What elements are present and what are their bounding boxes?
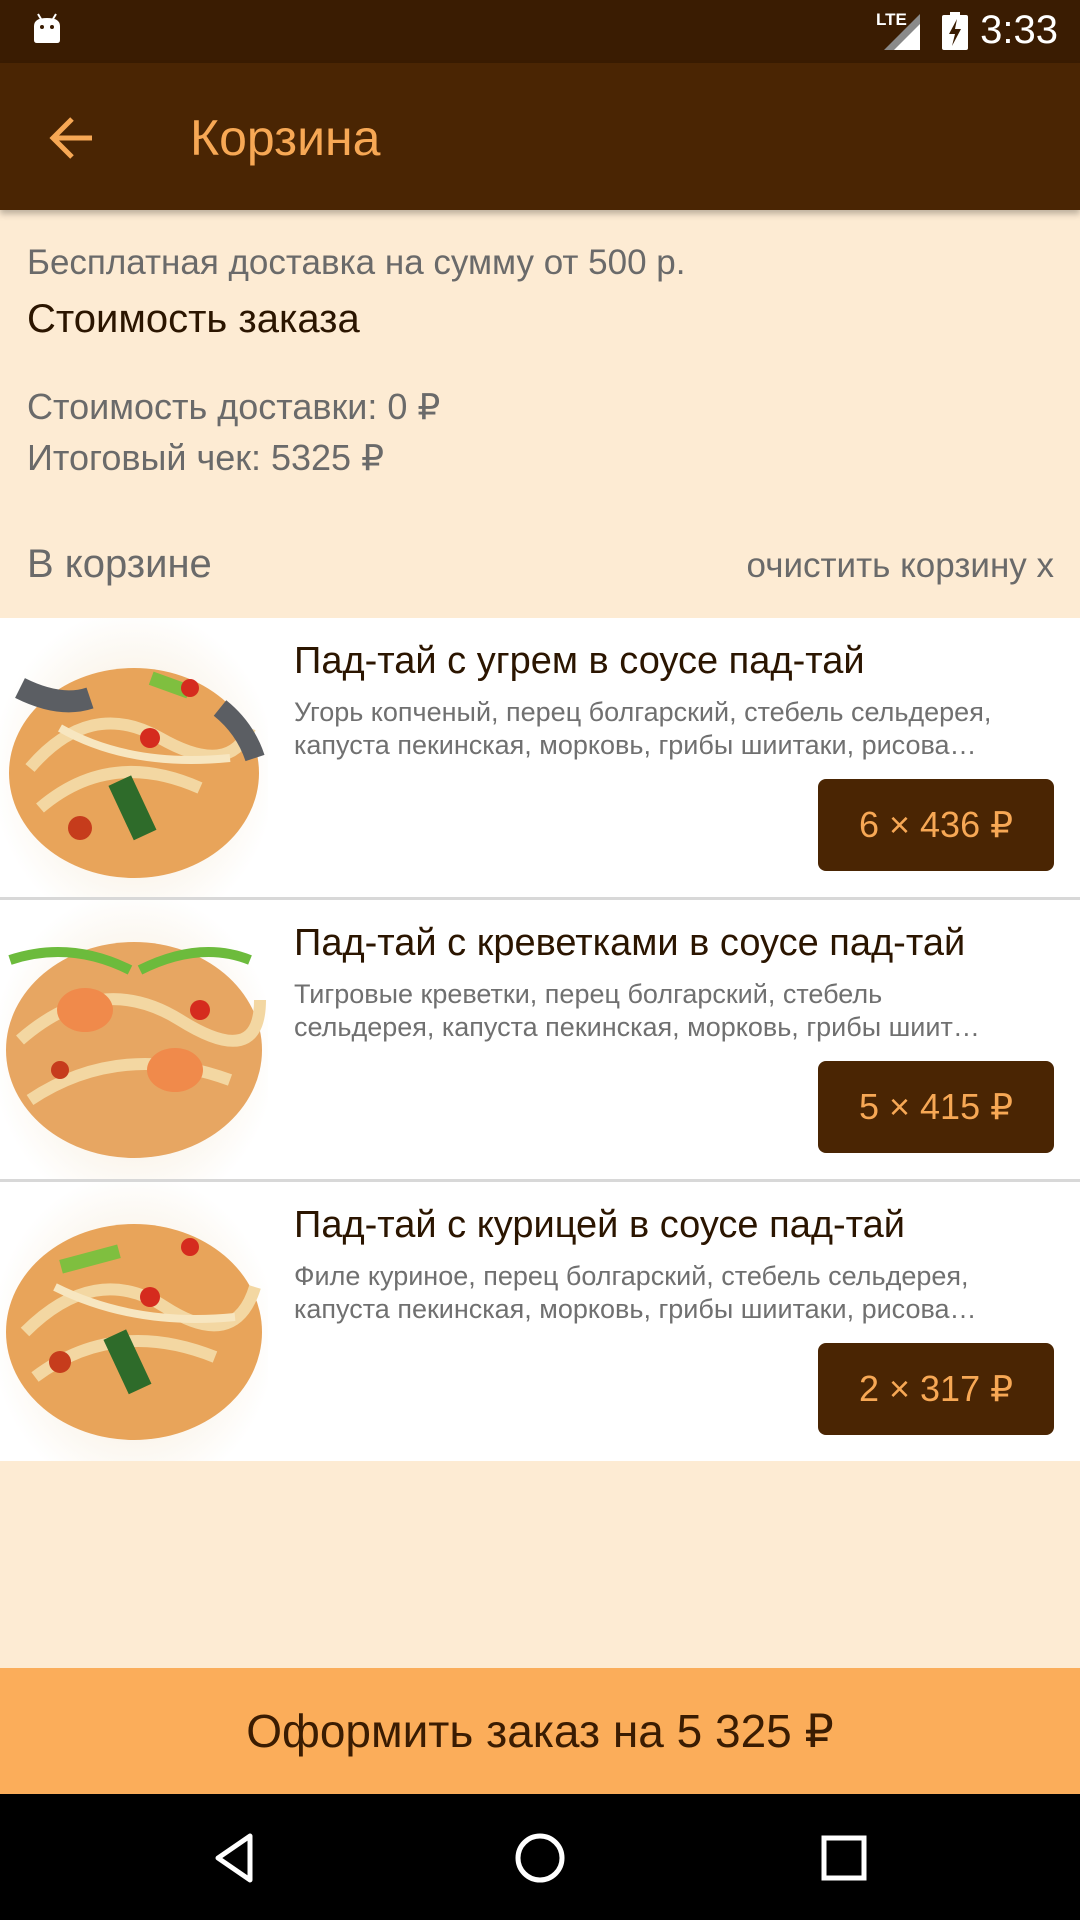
back-arrow-icon[interactable] [40,105,106,171]
dish-name: Пад-тай с угрем в соусе пад-тай [294,640,865,682]
checkout-button[interactable]: Оформить заказ на 5 325 ₽ [0,1668,1080,1794]
dish-photo [0,1182,268,1461]
dish-photo [0,900,268,1179]
signal-icon [884,14,920,50]
delivery-cost: Стоимость доставки: 0 ₽ [27,386,441,427]
dish-description: Филе куриное, перец болгарский, стебель … [294,1260,1054,1326]
status-bar: LTE 3:33 [0,0,1080,63]
clock: 3:33 [980,8,1058,52]
android-icon [34,13,60,43]
nav-back-icon[interactable] [204,1826,268,1890]
dish-description-line: Филе куриное, перец болгарский, стебель … [294,1261,969,1291]
battery-charging-icon [942,12,968,50]
page-title: Корзина [190,110,381,166]
dish-name: Пад-тай с креветками в соусе пад-тай [294,922,966,964]
dish-description: Угорь копченый, перец болгарский, стебел… [294,696,1054,762]
quantity-price-button[interactable]: 5 × 415 ₽ [818,1061,1054,1153]
dish-description-line: капуста пекинская, морковь, грибы шиитак… [294,730,977,760]
free-delivery-note: Бесплатная доставка на сумму от 500 р. [27,243,686,282]
dish-photo [0,618,268,897]
dish-description: Тигровые креветки, перец болгарский, сте… [294,978,1054,1044]
app-bar: Корзина [0,63,1080,210]
system-nav-bar [0,1794,1080,1920]
cart-item[interactable]: Пад-тай с курицей в соусе пад-тай Филе к… [0,1182,1080,1461]
cart-item[interactable]: Пад-тай с угрем в соусе пад-тай Угорь ко… [0,618,1080,900]
dish-description-line: Тигровые креветки, перец болгарский, сте… [294,979,883,1009]
dish-description-line: сельдерея, капуста пекинская, морковь, г… [294,1012,980,1042]
quantity-price-button[interactable]: 6 × 436 ₽ [818,779,1054,871]
total-check: Итоговый чек: 5325 ₽ [27,437,384,478]
dish-name: Пад-тай с курицей в соусе пад-тай [294,1204,905,1246]
dish-description-line: Угорь копченый, перец болгарский, стебел… [294,697,992,727]
quantity-price-button[interactable]: 2 × 317 ₽ [818,1343,1054,1435]
cart-item[interactable]: Пад-тай с креветками в соусе пад-тай Тиг… [0,900,1080,1182]
nav-recents-icon[interactable] [812,1826,876,1890]
cart-items-list: Пад-тай с угрем в соусе пад-тай Угорь ко… [0,618,1080,1461]
in-cart-heading: В корзине [27,542,212,586]
nav-home-icon[interactable] [508,1826,572,1890]
dish-description-line: капуста пекинская, морковь, грибы шиитак… [294,1294,977,1324]
clear-cart-button[interactable]: очистить корзину х [747,546,1054,586]
order-cost-heading: Стоимость заказа [27,297,360,341]
